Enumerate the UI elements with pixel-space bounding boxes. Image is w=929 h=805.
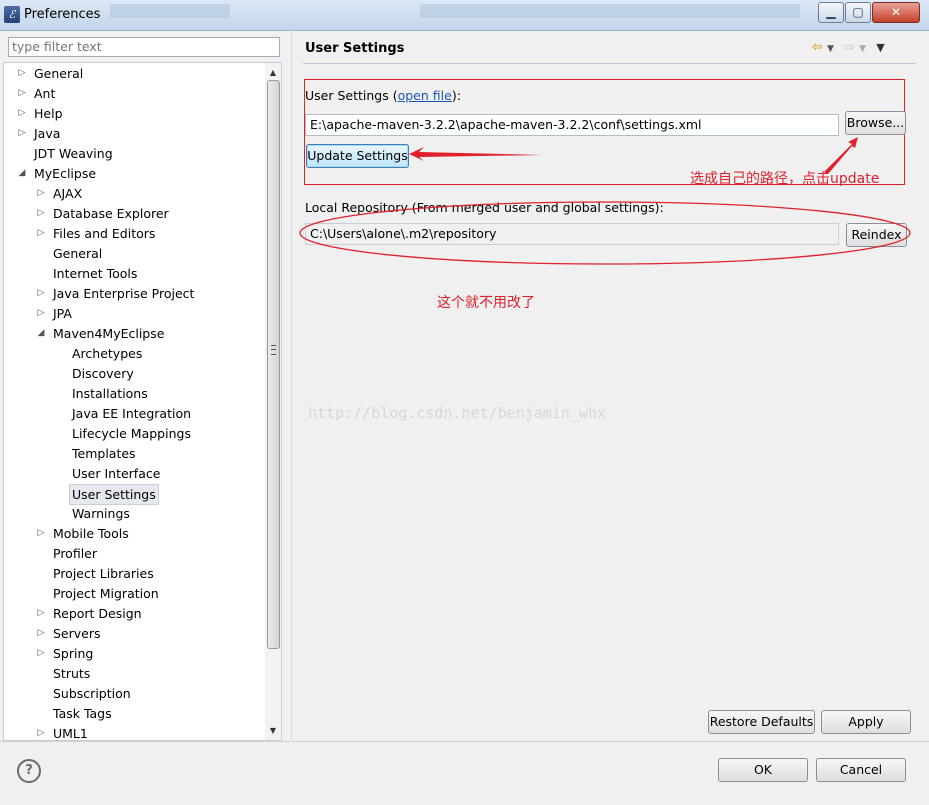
tree-item-label: Templates — [72, 446, 136, 461]
user-settings-suffix: ): — [451, 88, 461, 103]
tree-item-label: JPA — [53, 306, 72, 321]
collapsed-arrow-icon[interactable]: ▷ — [36, 524, 46, 543]
browse-button[interactable]: Browse... — [845, 111, 906, 135]
tree-item-label: Archetypes — [72, 346, 143, 361]
maximize-button[interactable]: ▢ — [845, 2, 871, 23]
user-settings-path-field[interactable]: E:\apache-maven-3.2.2\apache-maven-3.2.2… — [305, 114, 839, 136]
collapsed-arrow-icon[interactable]: ▷ — [36, 644, 46, 663]
tree-item-label: MyEclipse — [34, 166, 97, 181]
title-bar: ℰ Preferences ▁ ▢ ✕ — [0, 0, 929, 31]
collapsed-arrow-icon[interactable]: ▷ — [36, 284, 46, 303]
tree-item-label: Java Enterprise Project — [53, 286, 195, 301]
open-file-link[interactable]: open file — [398, 88, 452, 103]
local-repository-label: Local Repository (From merged user and g… — [305, 200, 664, 215]
tree-item-label: Servers — [53, 626, 101, 641]
title-bar-background-2 — [420, 4, 800, 18]
tree-item-label: Help — [34, 106, 63, 121]
collapsed-arrow-icon[interactable]: ▷ — [17, 104, 27, 123]
eclipse-icon: ℰ — [4, 6, 20, 23]
collapsed-arrow-icon[interactable]: ▷ — [17, 124, 27, 143]
collapsed-arrow-icon[interactable]: ▷ — [36, 184, 46, 203]
tree-item-label: Files and Editors — [53, 226, 156, 241]
tree-item-label: Spring — [53, 646, 94, 661]
tree-item-label: Struts — [53, 666, 91, 681]
annotation-no-change: 这个就不用改了 — [437, 295, 535, 311]
tree-item-label: Installations — [72, 386, 148, 401]
tree-item-label: User Settings — [69, 484, 159, 505]
help-icon[interactable]: ? — [17, 759, 41, 783]
grip-icon — [271, 345, 276, 355]
collapsed-arrow-icon[interactable]: ▷ — [36, 204, 46, 223]
expanded-arrow-icon[interactable]: ◢ — [17, 164, 27, 183]
page-title: User Settings — [305, 41, 405, 56]
page-navigation: ⇦ ▼ ⇨ ▼ ▼ — [812, 40, 885, 55]
apply-button[interactable]: Apply — [821, 710, 911, 734]
back-dropdown-icon[interactable]: ▼ — [827, 44, 834, 54]
header-separator — [303, 63, 916, 64]
tree-item-label: AJAX — [53, 186, 83, 201]
close-button[interactable]: ✕ — [872, 2, 920, 23]
scroll-thumb[interactable] — [267, 80, 280, 649]
tree-item-label: Discovery — [72, 366, 134, 381]
panel-splitter[interactable] — [291, 30, 292, 740]
tree-item-label: Report Design — [53, 606, 142, 621]
tree-scrollbar[interactable]: ▲ ▼ — [265, 62, 282, 741]
reindex-button[interactable]: Reindex — [846, 223, 907, 247]
tree-item-label: Project Migration — [53, 586, 159, 601]
tree-item-label: Ant — [34, 86, 56, 101]
tree-item-label: Lifecycle Mappings — [72, 426, 191, 441]
scroll-down-icon[interactable]: ▼ — [265, 723, 281, 739]
tree-item-label: Project Libraries — [53, 566, 154, 581]
collapsed-arrow-icon[interactable]: ▷ — [36, 224, 46, 243]
scroll-up-icon[interactable]: ▲ — [265, 65, 281, 81]
tree-item-label: UML1 — [53, 726, 88, 741]
tree-item-label: Mobile Tools — [53, 526, 129, 541]
tree-item-label: Profiler — [53, 546, 98, 561]
update-settings-button[interactable]: Update Settings — [306, 144, 409, 168]
collapsed-arrow-icon[interactable]: ▷ — [17, 64, 27, 83]
tree-item-label: Task Tags — [53, 706, 112, 721]
tree-item-label: Java — [34, 126, 61, 141]
ok-button[interactable]: OK — [718, 758, 808, 782]
tree-item-label: Java EE Integration — [72, 406, 192, 421]
user-settings-text: User Settings ( — [305, 88, 398, 103]
collapsed-arrow-icon[interactable]: ▷ — [36, 724, 46, 740]
cancel-button[interactable]: Cancel — [816, 758, 906, 782]
tree-item-label: General — [53, 246, 103, 261]
expanded-arrow-icon[interactable]: ◢ — [36, 324, 46, 343]
collapsed-arrow-icon[interactable]: ▷ — [36, 604, 46, 623]
footer-separator — [0, 741, 929, 742]
tree-item-label: User Interface — [72, 466, 161, 481]
watermark-text: http://blog.csdn.net/benjamin_whx — [308, 404, 607, 422]
view-menu-icon[interactable]: ▼ — [876, 41, 884, 54]
tree-item-label: Internet Tools — [53, 266, 138, 281]
title-bar-background — [110, 4, 230, 18]
tree-item-label: Warnings — [72, 506, 130, 521]
user-settings-label: User Settings (open file): — [305, 88, 461, 103]
collapsed-arrow-icon[interactable]: ▷ — [17, 84, 27, 103]
annotation-choose-path: 选成自己的路径，点击update — [690, 171, 880, 187]
forward-arrow-icon[interactable]: ⇨ — [844, 40, 855, 55]
forward-dropdown-icon[interactable]: ▼ — [859, 44, 866, 54]
preferences-window: ℰ Preferences ▁ ▢ ✕ ▷ General ▷ Ant ▷ Help ▷ Ja… — [0, 0, 929, 805]
tree-item-label: Maven4MyEclipse — [53, 326, 165, 341]
tree-item-label: General — [34, 66, 84, 81]
restore-defaults-button[interactable]: Restore Defaults — [708, 710, 815, 734]
local-repository-path-field: C:\Users\alone\.m2\repository — [305, 223, 839, 245]
tree-item-label: JDT Weaving — [34, 146, 113, 161]
tree-item-label: Database Explorer — [53, 206, 169, 221]
preference-tree: ▷ General ▷ Ant ▷ Help ▷ Java JDT Weaving ◢ MyEcli… — [3, 62, 267, 741]
collapsed-arrow-icon[interactable]: ▷ — [36, 624, 46, 643]
window-title: Preferences — [24, 7, 101, 22]
collapsed-arrow-icon[interactable]: ▷ — [36, 304, 46, 323]
filter-input[interactable] — [8, 37, 280, 57]
back-arrow-icon[interactable]: ⇦ — [812, 40, 823, 55]
minimize-button[interactable]: ▁ — [818, 2, 844, 23]
tree-item-label: Subscription — [53, 686, 131, 701]
